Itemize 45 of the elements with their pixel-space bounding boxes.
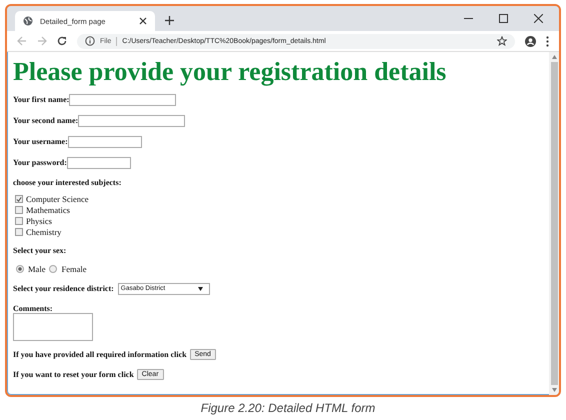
maximize-icon[interactable]	[499, 14, 508, 23]
checkbox[interactable]	[15, 195, 23, 204]
radio-button[interactable]	[49, 264, 58, 273]
text-field[interactable]	[68, 136, 142, 148]
instruction-text: If you want to reset your form click	[13, 370, 134, 379]
checkbox-label: Computer Science	[26, 194, 89, 204]
forward-arrow-icon[interactable]	[37, 36, 47, 46]
section-label: Select your sex:	[13, 246, 66, 255]
scroll-up-icon[interactable]	[552, 55, 556, 59]
star-icon[interactable]	[497, 36, 507, 46]
close-icon[interactable]	[534, 14, 543, 23]
menu-icon[interactable]	[546, 36, 549, 46]
field-label: Your first name:	[13, 95, 70, 104]
text-field[interactable]	[66, 156, 131, 169]
checkbox[interactable]	[15, 206, 23, 214]
scroll-down-icon[interactable]	[552, 388, 556, 392]
field-label: Your username:	[13, 137, 68, 146]
field-label: Your second name:	[13, 116, 78, 126]
section-label: choose your interested subjects:	[13, 178, 122, 187]
field-label: Your password:	[13, 158, 67, 168]
reload-icon[interactable]	[57, 36, 67, 46]
checkbox-label: Mathematics	[26, 205, 70, 216]
page-heading: Please provide your registration details	[13, 58, 448, 87]
back-arrow-icon[interactable]	[17, 36, 27, 46]
close-tab-icon[interactable]	[139, 17, 147, 25]
checkbox[interactable]	[15, 228, 23, 236]
checkbox-label: Chemistry	[26, 227, 62, 238]
checkbox[interactable]	[15, 217, 23, 226]
info-icon	[85, 36, 95, 46]
scrollbar[interactable]	[549, 52, 559, 395]
radio-button[interactable]	[16, 264, 24, 273]
globe-icon	[23, 16, 33, 26]
comments-textarea[interactable]	[13, 312, 93, 341]
instruction-text: If you have provided all required information click	[13, 350, 187, 359]
checkbox-label: Physics	[26, 216, 52, 226]
new-tab-icon[interactable]	[165, 16, 174, 25]
radio-label: Male	[28, 264, 46, 274]
figure-caption: Figure 2.20: Detailed HTML form	[200, 401, 376, 415]
text-field[interactable]	[69, 94, 176, 106]
radio-label: Female	[61, 264, 86, 274]
dropdown-caret-icon	[198, 286, 203, 291]
text-field[interactable]	[78, 114, 186, 127]
field-label: Comments:	[13, 304, 54, 313]
account-icon[interactable]	[525, 36, 536, 46]
field-label: Select your residence district:	[13, 284, 114, 294]
